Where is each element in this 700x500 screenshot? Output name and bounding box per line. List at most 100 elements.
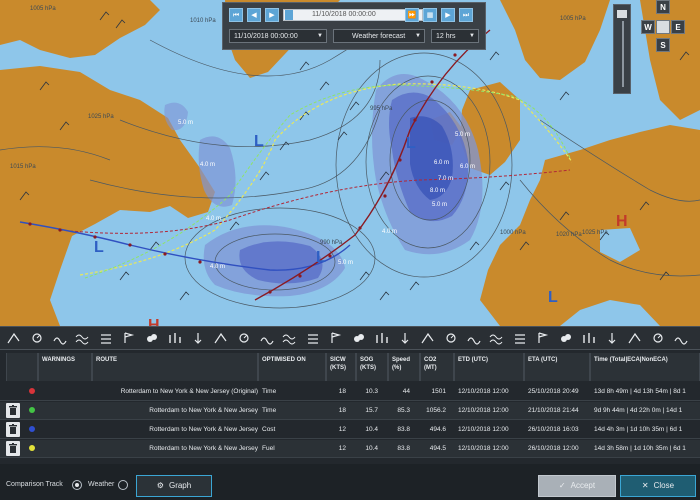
cell-time: 14d 4h 3m | 1d 10h 35m | 6d 1	[594, 426, 683, 433]
wind-arrow-icon[interactable]	[6, 331, 23, 345]
wave-height-icon[interactable]	[167, 331, 184, 345]
play-button[interactable]: ▶	[265, 8, 279, 22]
wave-height-label: 4.0 m	[210, 264, 225, 270]
tropical-storm-icon[interactable]	[512, 331, 529, 345]
fog-icon[interactable]	[489, 331, 506, 345]
close-button[interactable]: ✕ Close	[620, 475, 696, 497]
wind-speed-icon[interactable]	[190, 331, 207, 345]
visibility-icon[interactable]	[328, 331, 345, 345]
route-color-indicator	[29, 426, 35, 432]
skip-end-button[interactable]: ⏭	[459, 8, 473, 22]
weather-route-map[interactable]: L L L L L H H 5.0 m 6.0 m 7.0 m 8.0 m 6.…	[0, 0, 700, 326]
header-optimised-on[interactable]: OPTIMISED ON	[258, 353, 326, 381]
cell-sog: 10.4	[365, 445, 378, 452]
isobar-label: 995 hPa	[370, 106, 393, 112]
cell-sicw: 18	[338, 388, 346, 395]
current-icon[interactable]	[98, 331, 115, 345]
header-sicw[interactable]: SICW (KTS)	[326, 353, 356, 381]
low-pressure-label: L	[94, 239, 104, 256]
close-icon: ✕	[641, 481, 649, 490]
delete-route-button[interactable]	[6, 403, 20, 418]
cell-eta: 26/10/2018 12:00	[528, 445, 579, 452]
high-pressure-label: H	[148, 317, 160, 326]
layers-icon[interactable]	[627, 331, 644, 345]
header-time[interactable]: Time (Total|ECA|NonECA)	[590, 353, 700, 381]
table-row[interactable]: Rotterdam to New York & New Jersey Cost 12…	[0, 421, 700, 439]
header-etd[interactable]: ETD (UTC)	[454, 353, 524, 381]
delete-route-button[interactable]	[6, 422, 20, 437]
sea-state-icon[interactable]	[144, 331, 161, 345]
isobar-label: 990 hPa	[320, 240, 343, 246]
date-select-value: 11/10/2018 00:00:00	[234, 33, 298, 40]
isobar-label: 1015 hPa	[10, 164, 36, 170]
cell-speed: 85.3	[397, 407, 410, 414]
header-eta[interactable]: ETA (UTC)	[524, 353, 590, 381]
compass-north-button[interactable]: N	[656, 0, 670, 14]
precipitation-icon[interactable]	[351, 331, 368, 345]
wave-period-icon[interactable]	[213, 331, 230, 345]
zoom-thumb[interactable]	[617, 10, 627, 18]
isobar-label: 1025 hPa	[582, 230, 608, 236]
cloud-icon[interactable]	[374, 331, 391, 345]
fast-forward-button[interactable]: ⏩	[405, 8, 419, 22]
compass-center-icon[interactable]	[656, 20, 670, 34]
comparison-track-radio[interactable]	[72, 480, 82, 490]
route-color-indicator	[29, 407, 35, 413]
graph-button[interactable]: ⚙ Graph	[136, 475, 212, 497]
weather-radio[interactable]	[118, 480, 128, 490]
chevron-down-icon: ▼	[469, 33, 475, 39]
wave-height-label: 4.0 m	[382, 229, 397, 235]
cell-eta: 26/10/2018 16:03	[528, 426, 579, 433]
table-row[interactable]: Rotterdam to New York & New Jersey Time 18…	[0, 402, 700, 420]
compass-west-button[interactable]: W	[641, 20, 655, 34]
ice-icon[interactable]	[443, 331, 460, 345]
date-select[interactable]: 11/10/2018 00:00:00 ▼	[229, 29, 327, 43]
compass-east-button[interactable]: E	[671, 20, 685, 34]
chevron-down-icon: ▼	[317, 33, 323, 39]
interval-select[interactable]: 12 hrs ▼	[431, 29, 479, 43]
layer-select[interactable]: Weather forecast ▼	[333, 29, 425, 43]
ice-edge-icon[interactable]	[581, 331, 598, 345]
header-select	[6, 353, 38, 381]
table-row[interactable]: Rotterdam to New York & New Jersey Fuel 12…	[0, 440, 700, 458]
gust-icon[interactable]	[121, 331, 138, 345]
swell-height-icon[interactable]	[236, 331, 253, 345]
icebergs-icon[interactable]	[604, 331, 621, 345]
thermometer-sea-icon[interactable]	[558, 331, 575, 345]
chevron-down-icon: ▼	[415, 33, 421, 39]
step-forward-button[interactable]: ▶	[441, 8, 455, 22]
temperature-sea-icon[interactable]	[305, 331, 322, 345]
accept-button[interactable]: ✓ Accept	[538, 475, 616, 497]
timeline-slider[interactable]: 11/10/2018 00:00:00	[283, 9, 423, 21]
cell-co2: 494.5	[429, 445, 446, 452]
swell-period-icon[interactable]	[259, 331, 276, 345]
wave-height-label: 4.0 m	[200, 162, 215, 168]
isobar-label: 1005 hPa	[560, 16, 586, 22]
skip-start-button[interactable]: ⏮	[229, 8, 243, 22]
thunder-icon[interactable]	[420, 331, 437, 345]
header-speed[interactable]: Speed (%)	[388, 353, 420, 381]
fish-icon[interactable]	[650, 331, 667, 345]
zoom-slider[interactable]	[613, 4, 631, 94]
rain-icon[interactable]	[397, 331, 414, 345]
thermometer-icon[interactable]	[535, 331, 552, 345]
cell-route: Rotterdam to New York & New Jersey (Orig…	[120, 388, 258, 395]
swell-icon[interactable]	[75, 331, 92, 345]
snow-icon[interactable]	[466, 331, 483, 345]
header-co2[interactable]: CO2 (MT)	[420, 353, 454, 381]
header-sog[interactable]: SOG (KTS)	[356, 353, 388, 381]
step-back-button[interactable]: ◀	[247, 8, 261, 22]
pressure-icon[interactable]	[29, 331, 46, 345]
wave-direction-icon[interactable]	[52, 331, 69, 345]
delete-route-button[interactable]	[6, 441, 20, 456]
header-route[interactable]: ROUTE	[92, 353, 258, 381]
timeline-thumb[interactable]	[285, 10, 293, 20]
graph-button-label: Graph	[168, 481, 192, 490]
settings-icon[interactable]	[673, 331, 690, 345]
calendar-button[interactable]: ▦	[423, 8, 437, 22]
header-warnings[interactable]: WARNINGS	[38, 353, 92, 381]
wave-height-label: 7.0 m	[438, 176, 453, 182]
temperature-air-icon[interactable]	[282, 331, 299, 345]
table-row[interactable]: Rotterdam to New York & New Jersey (Orig…	[0, 383, 700, 401]
compass-south-button[interactable]: S	[656, 38, 670, 52]
